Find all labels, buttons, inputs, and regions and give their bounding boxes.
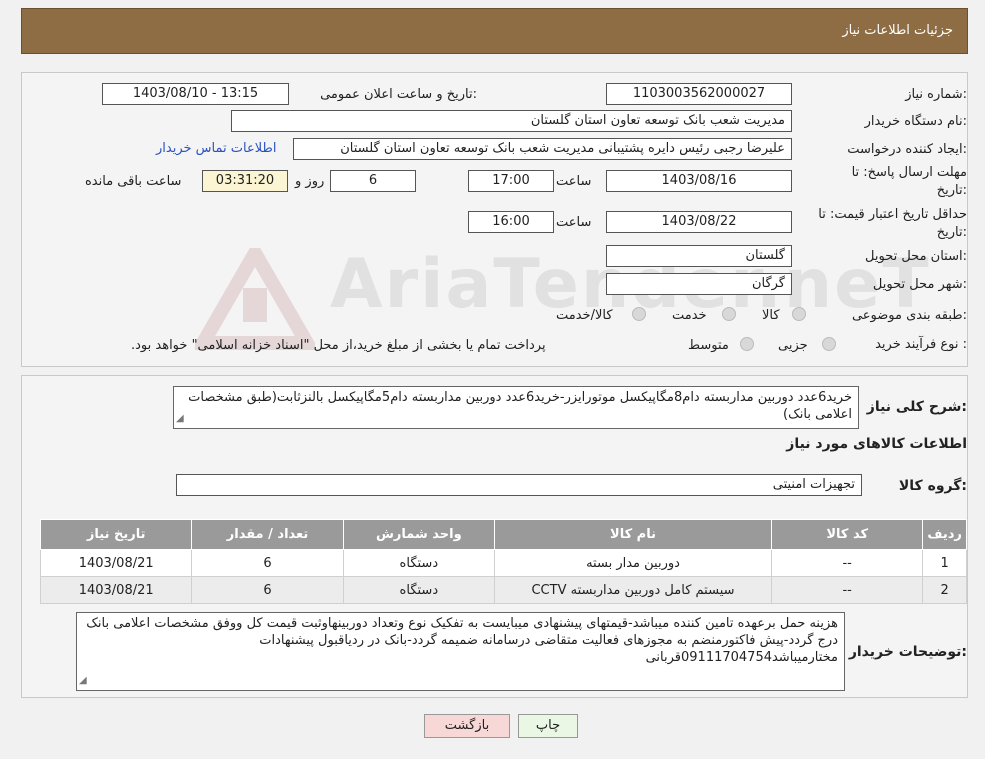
cell-date: 1403/08/21: [39, 549, 193, 577]
col-row: ردیف: [922, 519, 967, 550]
description-textarea[interactable]: خرید6عدد دوربین مداربسته دام8مگاپیکسل مو…: [173, 386, 859, 429]
goods-group-field: تجهیزات امنیتی: [176, 474, 862, 496]
process-option-minor: جزیی: [778, 338, 808, 353]
announce-label: تاریخ و ساعت اعلان عمومی:: [320, 87, 477, 102]
cell-unit: دستگاه: [342, 549, 495, 577]
cell-row: 2: [922, 576, 967, 604]
category-radio-service[interactable]: [722, 307, 736, 321]
city-label: شهر محل تحویل:: [872, 277, 967, 292]
goods-group-label: گروه کالا:: [898, 478, 967, 494]
category-radio-goods[interactable]: [792, 307, 806, 321]
goods-table-header: ردیف کد کالا نام کالا واحد شمارش تعداد /…: [39, 519, 967, 550]
cell-code: --: [771, 549, 924, 577]
province-field: گلستان: [606, 245, 792, 267]
cell-name: دوربین مدار بسته: [493, 549, 773, 577]
goods-section-title: اطلاعات کالاهای مورد نیاز: [786, 436, 967, 452]
validity-label: حداقل تاریخ اعتبار قیمت: تا: [818, 207, 967, 222]
cell-unit: دستگاه: [342, 576, 495, 604]
buyer-contact-link[interactable]: اطلاعات تماس خریدار: [156, 141, 276, 156]
buyer-notes-textarea[interactable]: هزینه حمل برعهده تامین کننده میباشد-قیمت…: [76, 612, 845, 691]
category-option-service: خدمت: [672, 308, 707, 323]
category-radio-goods-service[interactable]: [632, 307, 646, 321]
cell-code: --: [771, 576, 924, 604]
table-row: 2 -- سیستم کامل دوربین مداربسته CCTV دست…: [39, 576, 967, 604]
category-label: طبقه بندی موضوعی:: [851, 308, 967, 323]
process-option-medium: متوسط: [688, 338, 729, 353]
process-radio-minor[interactable]: [822, 337, 836, 351]
city-field: گرگان: [606, 273, 792, 295]
validity-time-label: ساعت: [556, 215, 592, 230]
days-label: روز و: [295, 174, 325, 189]
resize-grip-icon[interactable]: ◢: [176, 410, 184, 427]
buyer-notes-text: هزینه حمل برعهده تامین کننده میباشد-قیمت…: [86, 616, 838, 665]
col-qty: تعداد / مقدار: [191, 519, 344, 550]
deadline-time-label: ساعت: [556, 174, 592, 189]
buyer-notes-label: توضیحات خریدار:: [848, 644, 967, 660]
table-row: 1 -- دوربین مدار بسته دستگاه 6 1403/08/2…: [39, 549, 967, 577]
deadline-label: مهلت ارسال پاسخ: تا: [851, 165, 967, 180]
process-note: پرداخت تمام یا بخشی از مبلغ خرید،از محل …: [131, 338, 546, 353]
validity-date-field: 1403/08/22: [606, 211, 792, 233]
description-text: خرید6عدد دوربین مداربسته دام8مگاپیکسل مو…: [188, 390, 852, 422]
buyer-org-label: نام دستگاه خریدار:: [864, 114, 967, 129]
process-label: نوع فرآیند خرید :: [875, 337, 967, 352]
description-label: شرح کلی نیاز:: [866, 399, 967, 415]
days-field: 6: [330, 170, 416, 192]
cell-qty: 6: [191, 549, 344, 577]
page-header: جزئیات اطلاعات نیاز: [21, 8, 968, 54]
col-date: تاریخ نیاز: [39, 519, 193, 550]
need-number-label: شماره نیاز:: [905, 87, 967, 102]
cell-date: 1403/08/21: [39, 576, 193, 604]
deadline-date-field: 1403/08/16: [606, 170, 792, 192]
process-radio-medium[interactable]: [740, 337, 754, 351]
back-button[interactable]: بازگشت: [424, 714, 510, 738]
validity-label-date: تاریخ:: [936, 225, 967, 240]
cell-name: سیستم کامل دوربین مداربسته CCTV: [493, 576, 773, 604]
need-number-field: 1103003562000027: [606, 83, 792, 105]
validity-time-field: 16:00: [468, 211, 554, 233]
remaining-time-field: 03:31:20: [202, 170, 288, 192]
remaining-label: ساعت باقی مانده: [85, 174, 182, 189]
deadline-time-field: 17:00: [468, 170, 554, 192]
category-option-goods: کالا: [762, 308, 780, 323]
cell-qty: 6: [191, 576, 344, 604]
cell-row: 1: [922, 549, 967, 577]
requester-label: ایجاد کننده درخواست:: [847, 142, 967, 157]
col-unit: واحد شمارش: [342, 519, 495, 550]
goods-table: ردیف کد کالا نام کالا واحد شمارش تعداد /…: [39, 519, 967, 604]
page-title: جزئیات اطلاعات نیاز: [842, 23, 953, 38]
category-option-goods-service: کالا/خدمت: [556, 308, 613, 323]
deadline-label-date: تاریخ:: [936, 183, 967, 198]
province-label: استان محل تحویل:: [865, 249, 967, 264]
resize-grip-icon[interactable]: ◢: [79, 672, 87, 689]
col-name: نام کالا: [493, 519, 773, 550]
buyer-org-field: مدیریت شعب بانک توسعه تعاون استان گلستان: [231, 110, 792, 132]
announce-field: 1403/08/10 - 13:15: [102, 83, 289, 105]
print-button[interactable]: چاپ: [518, 714, 578, 738]
col-code: کد کالا: [771, 519, 924, 550]
requester-field: علیرضا رجبی رئیس دایره پشتیبانی مدیریت ش…: [293, 138, 792, 160]
